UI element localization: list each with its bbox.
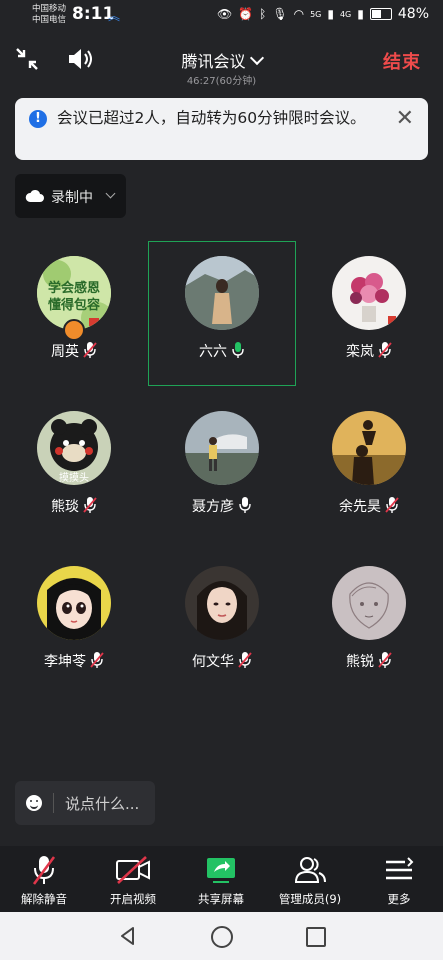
svg-text:摸摸头: 摸摸头 [59,472,89,484]
more-menu-icon [386,857,414,880]
bottom-toolbar: 解除静音 开启视频 共享屏幕 管理成员(9) 更多 [0,846,443,912]
network-4g: 4G [339,9,352,19]
notice-text: 会议已超过2人，自动转为60分钟限时会议。 [57,109,366,127]
cloud-icon [25,189,44,202]
info-icon: ! [29,110,47,128]
divider [53,793,54,813]
recent-apps-icon[interactable] [306,927,326,947]
end-meeting-button[interactable]: 结束 [383,48,421,74]
bluetooth-icon: ᛒ [259,7,267,21]
participant-name: 李坤苓 [0,651,148,671]
participant-name: 余先昊 [295,496,443,516]
members-icon [294,857,326,883]
mic-muted-icon [83,342,97,358]
meeting-header: 腾讯会议 46:27(60分钟) 结束 [0,38,443,88]
emoji-icon[interactable] [26,795,42,811]
participant-name: 周英 [0,341,148,361]
avatar: 摸摸头 [37,411,111,485]
participant-tile[interactable]: 摸摸头 熊琰 [0,396,148,541]
mic-muted-icon [378,652,392,668]
back-icon[interactable] [118,926,138,946]
meeting-title-text: 腾讯会议 [181,52,246,71]
notification-icon: ︽ [108,9,121,23]
battery-percent: 48% [397,6,429,22]
participant-name: 栾岚 [295,341,443,361]
status-bar: 中国移动 中国电信 8:11 ︽ 👁 ⏰ ᛒ 🎙 ◠ 5G ▮ 4G ▮ 48% [0,0,443,34]
share-screen-button[interactable]: 共享屏幕 [177,846,265,912]
carriers: 中国移动 中国电信 [32,4,66,26]
more-button[interactable]: 更多 [355,846,443,912]
start-video-label: 开启视频 [110,892,156,906]
meeting-title[interactable]: 腾讯会议 [0,48,443,72]
participant-tile[interactable]: 聂方彦 [148,396,296,541]
carrier-1: 中国移动 [32,4,67,14]
mic-muted-icon [83,497,97,513]
chevron-down-icon [249,50,264,66]
svg-text:懂得包容: 懂得包容 [48,297,100,313]
share-screen-label: 共享屏幕 [198,892,244,906]
mic-muted-icon [90,652,104,668]
battery-icon [369,8,392,20]
home-icon[interactable] [211,926,233,948]
start-video-button[interactable]: 开启视频 [89,846,177,912]
mic-muted-icon [378,342,392,358]
mic-muted-icon [32,856,56,885]
participant-name: 何文华 [148,651,296,671]
network-5g: 5G [310,9,322,19]
participant-tile[interactable]: 熊锐 [295,551,443,696]
system-nav-bar [0,912,443,960]
svg-text:学会感恩: 学会感恩 [48,280,100,296]
eye-icon: 👁 [216,7,233,21]
chat-placeholder: 说点什么... [65,795,140,813]
avatar [332,566,406,640]
host-badge-icon [63,319,85,341]
participant-tile[interactable]: 李坤苓 [0,551,148,696]
participant-name: 熊琰 [0,496,148,516]
manage-members-button[interactable]: 管理成员(9) [266,846,354,912]
status-icons: 👁 ⏰ ᛒ 🎙 ◠ 5G ▮ 4G ▮ 48% [217,6,429,22]
wifi-icon: ◠ [293,7,305,21]
mic-muted-icon [385,497,399,513]
share-screen-icon [207,858,235,883]
avatar [185,411,259,485]
participant-tile[interactable]: 余先昊 [295,396,443,541]
signal-icon: ▮ [327,7,334,21]
chevron-down-icon [105,188,116,199]
participant-name: 六六 [149,341,295,361]
participant-tile-active-speaker[interactable]: 六六 [148,241,296,386]
more-label: 更多 [387,892,411,906]
avatar [332,256,406,330]
avatar [184,255,259,330]
mic-speaking-icon [232,341,244,358]
alarm-icon: ⏰ [238,7,254,21]
meeting-timer: 46:27(60分钟) [186,76,257,87]
mic-status-icon: 🎙 [272,7,288,21]
signal-icon-2: ▮ [357,7,364,21]
manage-members-label: 管理成员(9) [278,892,342,906]
unmute-button[interactable]: 解除静音 [0,846,88,912]
mic-icon [239,497,251,513]
carrier-2: 中国电信 [32,15,67,25]
unmute-label: 解除静音 [21,892,67,906]
recording-button[interactable]: 录制中 [15,174,126,218]
avatar [185,566,259,640]
video-off-icon [116,856,150,884]
participant-name: 聂方彦 [148,496,296,516]
participant-tile[interactable]: 栾岚 [295,241,443,386]
close-icon[interactable]: ✕ [396,108,414,130]
mic-muted-icon [238,652,252,668]
time-limit-notice: ! 会议已超过2人，自动转为60分钟限时会议。 ✕ [15,98,428,160]
avatar [37,566,111,640]
recording-label: 录制中 [51,190,93,206]
chat-input[interactable]: 说点什么... [15,781,155,825]
avatar [332,411,406,485]
participant-name: 熊锐 [295,651,443,671]
participant-tile[interactable]: 学会感恩 懂得包容 周英 [0,241,148,386]
participant-tile[interactable]: 何文华 [148,551,296,696]
